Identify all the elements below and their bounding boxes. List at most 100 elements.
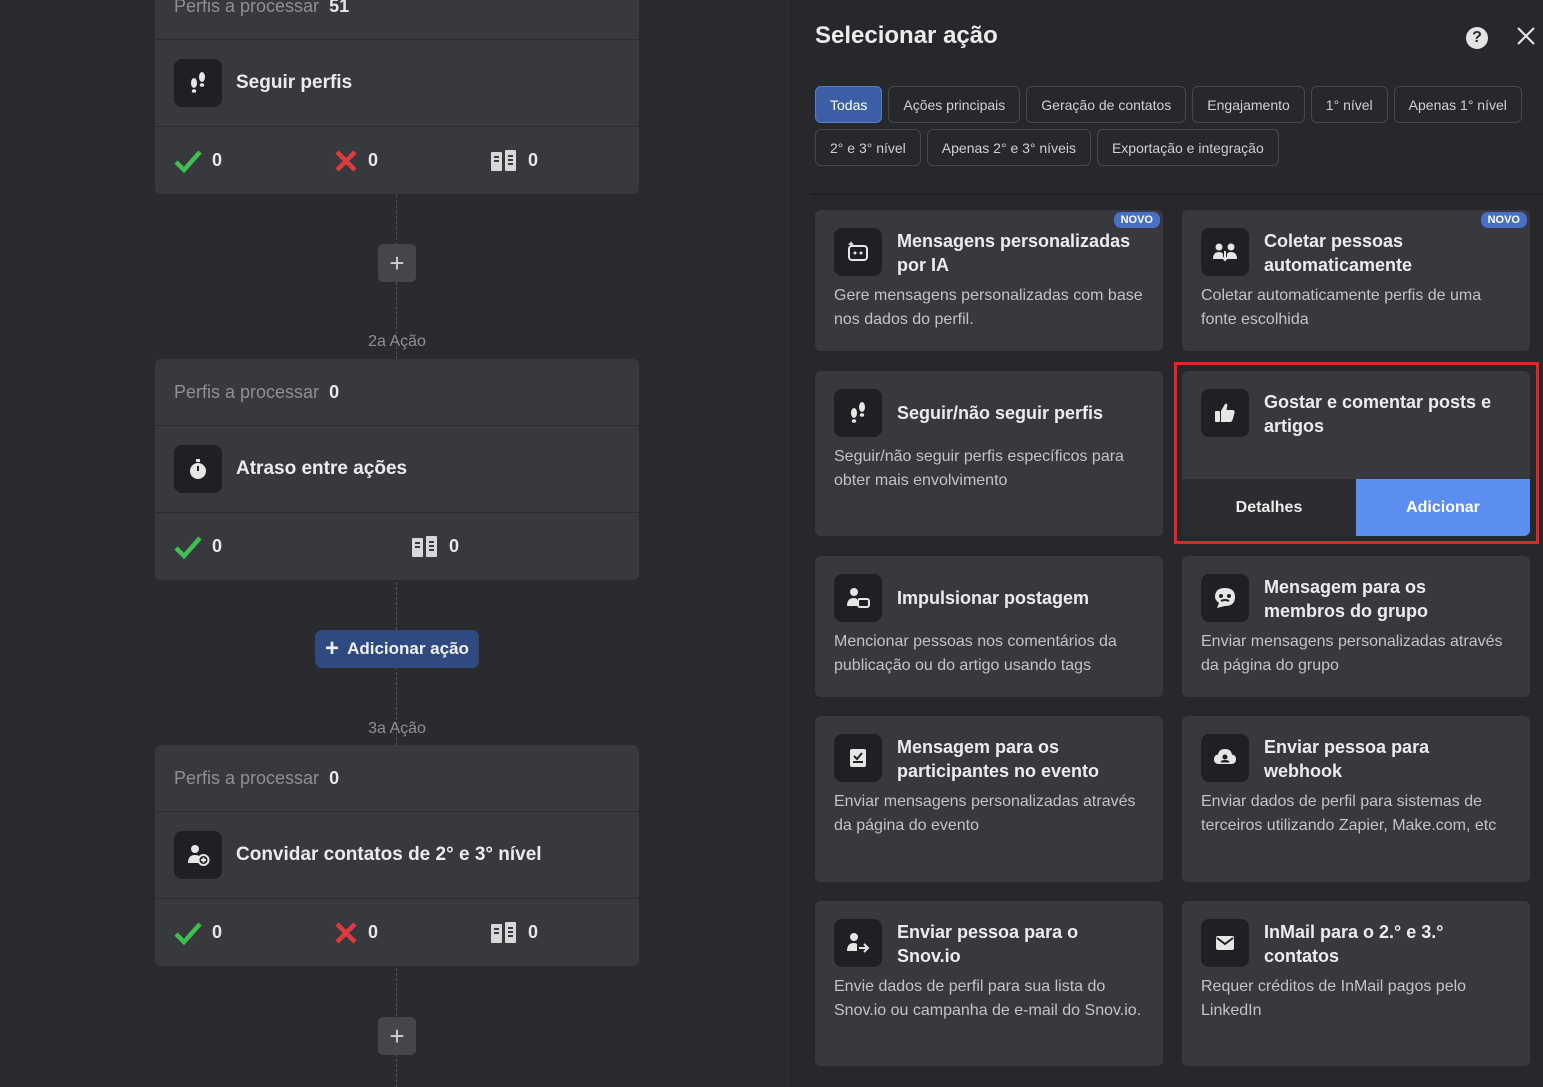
cross-icon bbox=[335, 921, 357, 944]
connector-line bbox=[396, 195, 397, 245]
panel-title: Selecionar ação bbox=[815, 22, 998, 49]
card-action[interactable]: Convidar contatos de 2° e 3° nível bbox=[155, 812, 639, 899]
filter-main-actions[interactable]: Ações principais bbox=[888, 86, 1021, 123]
action-option-event-message[interactable]: Mensagem para os participantes no evento… bbox=[815, 716, 1163, 882]
action-description: Envie dados de perfil para sua lista do … bbox=[834, 978, 1142, 1019]
cross-icon bbox=[335, 149, 357, 172]
action-card-3[interactable]: Perfis a processar 0 Convidar contatos d… bbox=[155, 745, 639, 966]
group-chat-icon bbox=[1201, 574, 1249, 622]
profiles-label: Perfis a processar bbox=[174, 767, 320, 788]
ai-message-icon bbox=[834, 228, 882, 276]
step-label: 3a Ação bbox=[368, 720, 426, 737]
action-title: Enviar pessoa para o Snov.io bbox=[897, 922, 1079, 966]
card-action[interactable]: Atraso entre ações bbox=[155, 426, 639, 513]
filter-only-2nd-3rd-levels[interactable]: Apenas 2° e 3° níveis bbox=[926, 129, 1091, 166]
stopwatch-icon bbox=[174, 445, 222, 493]
webhook-icon bbox=[1201, 734, 1249, 782]
add-step-button[interactable]: + bbox=[378, 1017, 416, 1055]
action-description: Seguir/não seguir perfis específicos par… bbox=[834, 448, 1124, 489]
action-description: Enviar dados de perfil para sistemas de … bbox=[1201, 793, 1497, 834]
action-description: Requer créditos de InMail pagos pelo Lin… bbox=[1201, 978, 1467, 1019]
card-stats: 0 0 0 bbox=[155, 899, 639, 966]
action-option-collect-people[interactable]: NOVO Coletar pessoas automaticamente Col… bbox=[1182, 210, 1530, 351]
add-action-label: Adicionar ação bbox=[347, 639, 469, 658]
new-badge: NOVO bbox=[1480, 212, 1527, 228]
person-send-icon bbox=[834, 919, 882, 967]
skip-icon bbox=[491, 149, 516, 171]
invite-person-icon bbox=[174, 831, 222, 879]
action-description: Enviar mensagens personalizadas através … bbox=[1201, 633, 1503, 674]
action-option-follow-profiles[interactable]: Seguir/não seguir perfis Seguir/não segu… bbox=[815, 371, 1163, 536]
action-title: Enviar pessoa para webhook bbox=[1264, 737, 1430, 781]
action-option-webhook[interactable]: Enviar pessoa para webhook Enviar dados … bbox=[1182, 716, 1530, 882]
add-action-button[interactable]: + Adicionar ação bbox=[315, 630, 479, 668]
skip-count: 0 bbox=[528, 922, 539, 942]
skip-icon bbox=[412, 535, 437, 557]
filter-2nd-3rd-level[interactable]: 2° e 3° nível bbox=[815, 129, 921, 166]
new-badge: NOVO bbox=[1113, 212, 1160, 228]
filter-engagement[interactable]: Engajamento bbox=[1192, 86, 1305, 123]
success-count: 0 bbox=[212, 150, 223, 170]
stat-success: 0 bbox=[174, 899, 222, 966]
skip-icon bbox=[491, 921, 516, 943]
event-message-icon bbox=[834, 734, 882, 782]
filter-lead-generation[interactable]: Geração de contatos bbox=[1026, 86, 1187, 123]
action-option-boost-post[interactable]: Impulsionar postagem Mencionar pessoas n… bbox=[815, 556, 1163, 697]
mail-icon bbox=[1201, 919, 1249, 967]
action-option-group-message[interactable]: Mensagem para os membros do grupo Enviar… bbox=[1182, 556, 1530, 697]
action-title: Seguir perfis bbox=[236, 72, 353, 93]
profiles-label: Perfis a processar bbox=[174, 0, 320, 16]
success-count: 0 bbox=[212, 922, 223, 942]
action-title: Impulsionar postagem bbox=[897, 588, 1090, 608]
profiles-count: 0 bbox=[329, 767, 340, 788]
action-title: Atraso entre ações bbox=[236, 458, 408, 479]
filter-all[interactable]: Todas bbox=[815, 86, 883, 123]
workflow-canvas: Perfis a processar 51 Seguir perfis 0 0 … bbox=[0, 0, 790, 1087]
action-description: Gere mensagens personalizadas com base n… bbox=[834, 287, 1143, 328]
stat-fail: 0 bbox=[334, 899, 378, 966]
action-option-ai-messages[interactable]: NOVO Mensagens personalizadas por IA Ger… bbox=[815, 210, 1163, 351]
action-card-1[interactable]: Perfis a processar 51 Seguir perfis 0 0 … bbox=[155, 0, 639, 194]
filter-export-integration[interactable]: Exportação e integração bbox=[1096, 129, 1279, 166]
help-icon[interactable]: ? bbox=[1466, 27, 1488, 49]
check-icon bbox=[174, 922, 202, 945]
filter-only-1st-level[interactable]: Apenas 1° nível bbox=[1393, 86, 1522, 123]
action-title: Seguir/não seguir perfis bbox=[897, 403, 1104, 423]
step-label: 2a Ação bbox=[368, 333, 426, 350]
footprints-icon bbox=[174, 59, 222, 107]
close-icon[interactable] bbox=[1514, 24, 1538, 48]
card-action[interactable]: Seguir perfis bbox=[155, 40, 639, 127]
stat-skip: 0 bbox=[490, 899, 538, 966]
action-option-inmail[interactable]: InMail para o 2.° e 3.° contatos Requer … bbox=[1182, 901, 1530, 1066]
tag-person-icon bbox=[834, 574, 882, 622]
stat-skip: 0 bbox=[490, 127, 538, 194]
stat-success: 0 bbox=[174, 127, 222, 194]
divider bbox=[810, 193, 1543, 195]
success-count: 0 bbox=[212, 536, 223, 556]
profiles-label: Perfis a processar bbox=[174, 381, 320, 402]
collect-people-icon bbox=[1201, 228, 1249, 276]
skip-count: 0 bbox=[528, 150, 539, 170]
card-header: Perfis a processar 0 bbox=[155, 745, 639, 812]
card-header: Perfis a processar 51 bbox=[155, 0, 639, 40]
add-step-button[interactable]: + bbox=[378, 244, 416, 282]
stat-skip: 0 bbox=[411, 513, 459, 580]
stat-fail: 0 bbox=[334, 127, 378, 194]
stat-success: 0 bbox=[174, 513, 222, 580]
fail-count: 0 bbox=[368, 150, 379, 170]
action-title: Coletar pessoas automaticamente bbox=[1264, 231, 1413, 275]
card-stats: 0 0 bbox=[155, 513, 639, 580]
action-option-snovio[interactable]: Enviar pessoa para o Snov.io Envie dados… bbox=[815, 901, 1163, 1066]
profiles-count: 51 bbox=[329, 0, 350, 16]
action-title: InMail para o 2.° e 3.° contatos bbox=[1264, 922, 1444, 966]
profiles-count: 0 bbox=[329, 381, 340, 402]
action-title: Mensagem para os participantes no evento bbox=[897, 737, 1100, 781]
action-title: Mensagens personalizadas por IA bbox=[897, 231, 1131, 275]
plus-icon: + bbox=[325, 635, 340, 662]
filter-1st-level[interactable]: 1° nível bbox=[1310, 86, 1388, 123]
action-description: Mencionar pessoas nos comentários da pub… bbox=[834, 633, 1117, 674]
check-icon bbox=[174, 150, 202, 173]
footprints-icon bbox=[834, 389, 882, 437]
action-card-2[interactable]: Perfis a processar 0 Atraso entre ações … bbox=[155, 359, 639, 580]
action-description: Enviar mensagens personalizadas através … bbox=[834, 793, 1136, 834]
